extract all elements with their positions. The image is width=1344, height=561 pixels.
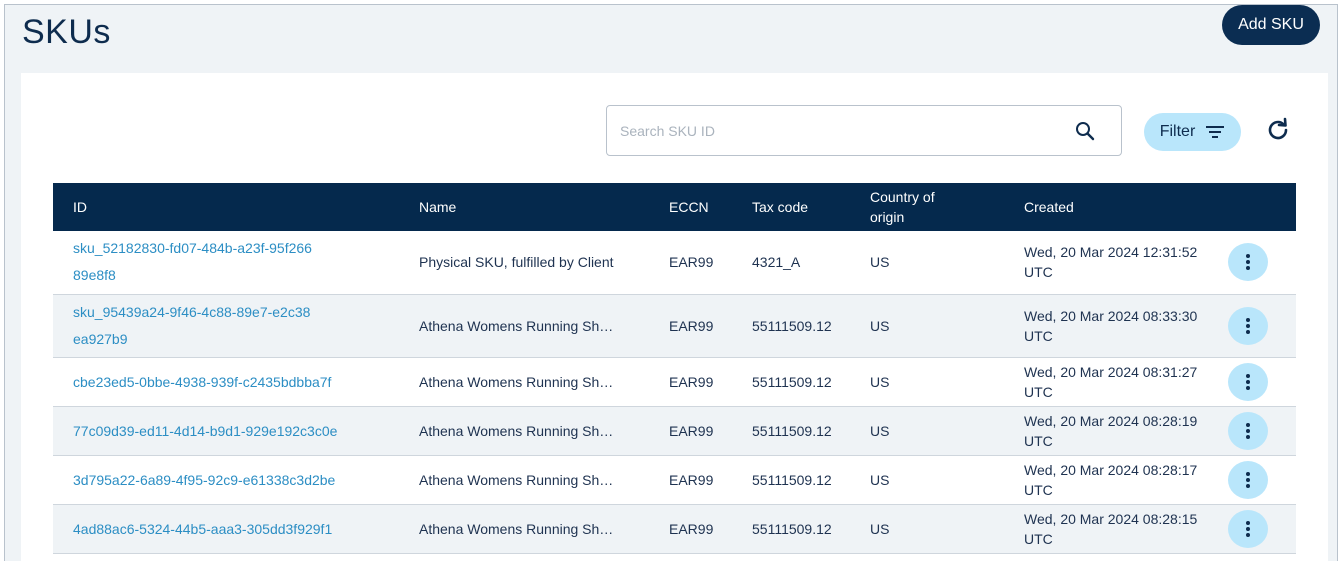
table-row[interactable]: sku_52182830-fd07-484b-a23f-95f26689e8f8… [53, 231, 1296, 294]
column-header-id[interactable]: ID [53, 183, 399, 231]
sku-name: Athena Womens Running Sh… [419, 422, 614, 439]
sku-created: Wed, 20 Mar 2024 12:31:52 UTC [1024, 244, 1198, 281]
sku-eccn: EAR99 [669, 422, 714, 439]
filter-icon [1205, 125, 1225, 139]
table-row[interactable]: sku_95439a24-9f46-4c88-89e7-e2c38ea927b9… [53, 294, 1296, 357]
search-icon[interactable] [1075, 121, 1095, 141]
table-row[interactable]: 4ad88ac6-5324-44b5-aaa3-305dd3f929f1 Ath… [53, 504, 1296, 553]
sku-table: ID Name ECCN Tax code Country of origin … [53, 183, 1296, 554]
column-header-country-label: Country of origin [870, 189, 935, 225]
sku-eccn: EAR99 [669, 520, 714, 537]
sku-country: US [870, 254, 890, 271]
sku-id-link[interactable]: 3d795a22-6a89-4f95-92c9-e61338c3d2be [73, 472, 335, 488]
sku-id-link[interactable]: cbe23ed5-0bbe-4938-939f-c2435bdbba7f [73, 374, 331, 390]
sku-tax-code: 55111509.12 [752, 471, 832, 488]
page-title: SKUs [22, 13, 111, 51]
more-vertical-icon[interactable] [1228, 460, 1268, 499]
sku-country: US [870, 520, 890, 537]
sku-created: Wed, 20 Mar 2024 08:28:15 UTC [1024, 510, 1198, 547]
column-header-country[interactable]: Country of origin [850, 183, 1004, 231]
sku-name: Athena Womens Running Sh… [419, 373, 614, 390]
more-vertical-icon[interactable] [1228, 362, 1268, 401]
sku-tax-code: 55111509.12 [752, 520, 832, 537]
sku-name: Athena Womens Running Sh… [419, 317, 614, 334]
sku-eccn: EAR99 [669, 254, 714, 271]
refresh-icon[interactable] [1261, 113, 1295, 147]
sku-card: Filter ID Name ECCN Tax code Country of … [21, 73, 1328, 561]
sku-tax-code: 55111509.12 [752, 373, 832, 390]
add-sku-button[interactable]: Add SKU [1222, 5, 1320, 45]
sku-created: Wed, 20 Mar 2024 08:28:19 UTC [1024, 412, 1198, 449]
column-header-tax-code[interactable]: Tax code [732, 183, 850, 231]
sku-country: US [870, 317, 890, 334]
sku-name: Athena Womens Running Sh… [419, 471, 614, 488]
more-vertical-icon[interactable] [1228, 243, 1268, 282]
table-header-row: ID Name ECCN Tax code Country of origin … [53, 183, 1296, 231]
filter-button[interactable]: Filter [1144, 113, 1241, 151]
table-row[interactable]: 77c09d39-ed11-4d14-b9d1-929e192c3c0e Ath… [53, 406, 1296, 455]
sku-country: US [870, 471, 890, 488]
sku-id-link[interactable]: 4ad88ac6-5324-44b5-aaa3-305dd3f929f1 [73, 521, 332, 537]
sku-country: US [870, 373, 890, 390]
sku-name: Physical SKU, fulfilled by Client [419, 254, 614, 271]
table-row[interactable]: 3d795a22-6a89-4f95-92c9-e61338c3d2be Ath… [53, 455, 1296, 504]
more-vertical-icon[interactable] [1228, 509, 1268, 548]
sku-created: Wed, 20 Mar 2024 08:28:17 UTC [1024, 461, 1198, 498]
sku-id-link[interactable]: sku_95439a24-9f46-4c88-89e7-e2c38ea927b9 [73, 299, 313, 353]
table-row[interactable]: cbe23ed5-0bbe-4938-939f-c2435bdbba7f Ath… [53, 357, 1296, 406]
column-header-name[interactable]: Name [399, 183, 649, 231]
sku-page: SKUs Add SKU Filter ID Name [4, 4, 1338, 561]
sku-name: Athena Womens Running Sh… [419, 520, 614, 537]
sku-tax-code: 55111509.12 [752, 317, 832, 334]
sku-tax-code: 4321_A [752, 254, 801, 271]
sku-country: US [870, 422, 890, 439]
sku-created: Wed, 20 Mar 2024 08:33:30 UTC [1024, 307, 1198, 344]
more-vertical-icon[interactable] [1228, 411, 1268, 450]
sku-eccn: EAR99 [669, 317, 714, 334]
sku-id-link[interactable]: 77c09d39-ed11-4d14-b9d1-929e192c3c0e [73, 423, 337, 439]
sku-eccn: EAR99 [669, 471, 714, 488]
filter-label: Filter [1159, 123, 1196, 140]
search-input[interactable] [607, 121, 1075, 140]
column-header-actions [1228, 183, 1296, 231]
column-header-created[interactable]: Created [1004, 183, 1228, 231]
sku-created: Wed, 20 Mar 2024 08:31:27 UTC [1024, 363, 1198, 400]
sku-id-link[interactable]: sku_52182830-fd07-484b-a23f-95f26689e8f8 [73, 235, 313, 289]
sku-eccn: EAR99 [669, 373, 714, 390]
column-header-eccn[interactable]: ECCN [649, 183, 732, 231]
sku-tax-code: 55111509.12 [752, 422, 832, 439]
more-vertical-icon[interactable] [1228, 306, 1268, 345]
search-box [606, 105, 1122, 156]
